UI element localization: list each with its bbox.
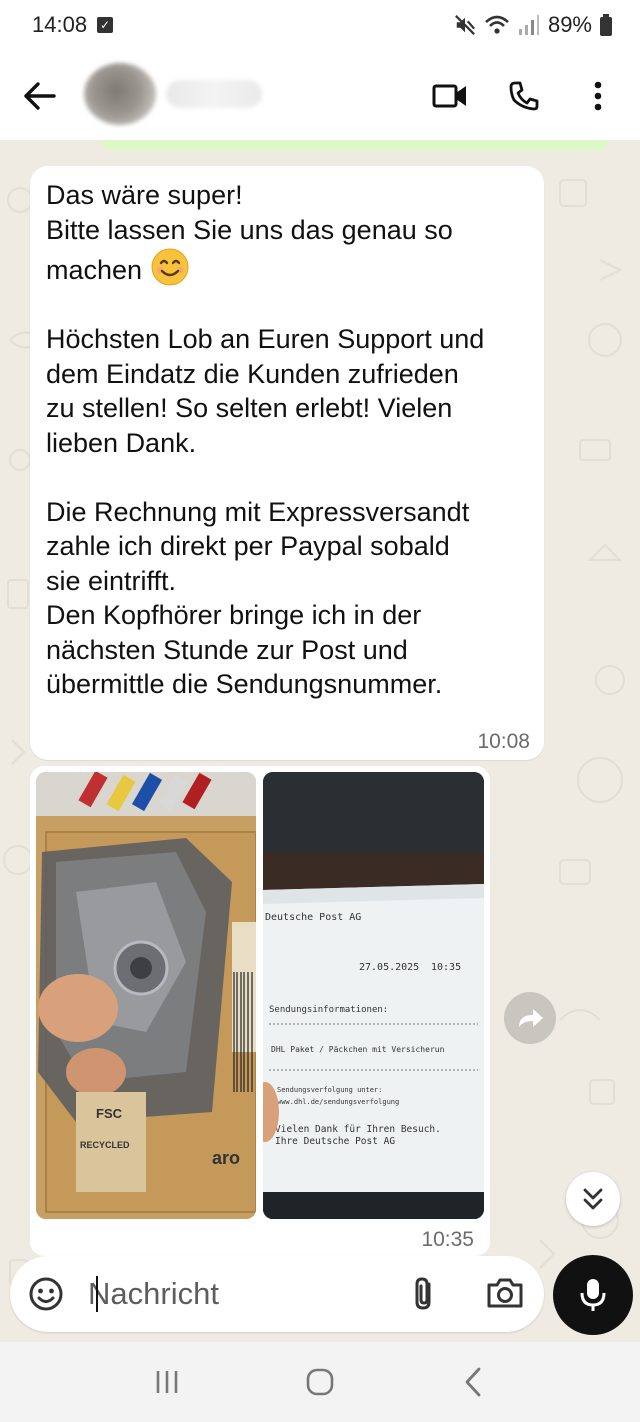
avatar[interactable] <box>84 63 156 125</box>
emoji-icon <box>29 1277 63 1311</box>
checkbox-icon: ✓ <box>97 17 114 33</box>
video-camera-icon <box>432 84 466 108</box>
receipt-photo-image: Deutsche Post AG 27.05.2025 10:35 Sendun… <box>263 772 484 1219</box>
home-button[interactable] <box>290 1357 350 1407</box>
receipt-product: DHL Paket / Päckchen mit Versicherun <box>271 1045 445 1054</box>
receipt-company: Deutsche Post AG <box>265 912 361 923</box>
receipt-tracking-2: www.dhl.de/sendungsverfolgung <box>277 1098 399 1106</box>
receipt-tracking-1: Sendungsverfolgung unter: <box>277 1086 382 1094</box>
forward-icon <box>519 1009 543 1027</box>
status-time: 14:08 <box>32 12 88 37</box>
wifi-icon <box>485 15 509 34</box>
home-icon <box>306 1368 334 1396</box>
arrow-left-icon <box>24 82 56 110</box>
incoming-message-bubble[interactable]: Das wäre super! Bitte lassen Sie uns das… <box>30 166 544 760</box>
text-cursor <box>96 1276 98 1312</box>
recents-icon <box>156 1371 177 1393</box>
paperclip-icon <box>415 1277 431 1310</box>
camera-icon <box>487 1278 523 1308</box>
image-message-bubble[interactable]: FSC RECYCLED aro Deutsche Post AG 27.05.… <box>30 766 490 1256</box>
microphone-icon <box>580 1279 606 1311</box>
chevron-left-icon <box>465 1367 481 1397</box>
scroll-to-bottom-button[interactable] <box>566 1172 620 1226</box>
message-composer <box>10 1256 544 1332</box>
back-button[interactable] <box>22 78 58 114</box>
recycled-label: RECYCLED <box>80 1140 130 1150</box>
status-right: 89% <box>454 12 612 38</box>
camera-button[interactable] <box>486 1276 524 1312</box>
recents-button[interactable] <box>137 1357 197 1407</box>
more-vert-icon <box>594 81 602 111</box>
photo-package[interactable]: FSC RECYCLED aro <box>36 772 256 1219</box>
receipt-section: Sendungsinformationen: <box>269 1005 388 1015</box>
phone-icon <box>509 81 539 111</box>
mute-icon <box>455 15 475 35</box>
battery-icon <box>600 14 612 36</box>
signal-icon <box>518 15 539 35</box>
message-text[interactable]: Das wäre super! Bitte lassen Sie uns das… <box>46 178 528 702</box>
status-bar: 14:08 ✓ 89% <box>0 0 640 50</box>
receipt-sign: Ihre Deutsche Post AG <box>275 1136 395 1147</box>
previous-message-edge <box>100 140 608 150</box>
package-photo-image: FSC RECYCLED aro <box>36 772 256 1219</box>
more-options-button[interactable] <box>576 74 620 118</box>
chat-header <box>0 50 640 140</box>
header-actions <box>428 74 620 118</box>
chevrons-down-icon <box>583 1188 603 1210</box>
package-brand: aro <box>212 1148 240 1168</box>
message-timestamp: 10:08 <box>477 730 530 753</box>
media-timestamp: 10:35 <box>421 1228 474 1251</box>
status-left: 14:08 ✓ <box>32 12 114 38</box>
video-call-button[interactable] <box>428 74 472 118</box>
attach-button[interactable] <box>408 1276 442 1312</box>
system-navigation-bar <box>0 1342 640 1422</box>
voice-message-button[interactable] <box>553 1255 633 1335</box>
contact-name[interactable] <box>166 80 262 108</box>
message-input[interactable] <box>88 1274 388 1314</box>
receipt-date: 27.05.2025 <box>359 962 419 973</box>
receipt-time: 10:35 <box>431 962 461 973</box>
nav-back-button[interactable] <box>443 1357 503 1407</box>
forward-button[interactable] <box>504 992 556 1044</box>
message-text-part-2: Höchsten Lob an Euren Support und dem Ei… <box>46 324 485 699</box>
battery-percent: 89% <box>547 12 592 37</box>
fsc-label: FSC <box>96 1106 123 1121</box>
photo-receipt[interactable]: Deutsche Post AG 27.05.2025 10:35 Sendun… <box>263 772 484 1219</box>
receipt-thanks: Vielen Dank für Ihren Besuch. <box>275 1124 441 1135</box>
smiling-face-emoji-icon <box>151 248 189 286</box>
message-text-part-1: Das wäre super! Bitte lassen Sie uns das… <box>46 180 453 285</box>
emoji-button[interactable] <box>28 1276 64 1312</box>
voice-call-button[interactable] <box>502 74 546 118</box>
